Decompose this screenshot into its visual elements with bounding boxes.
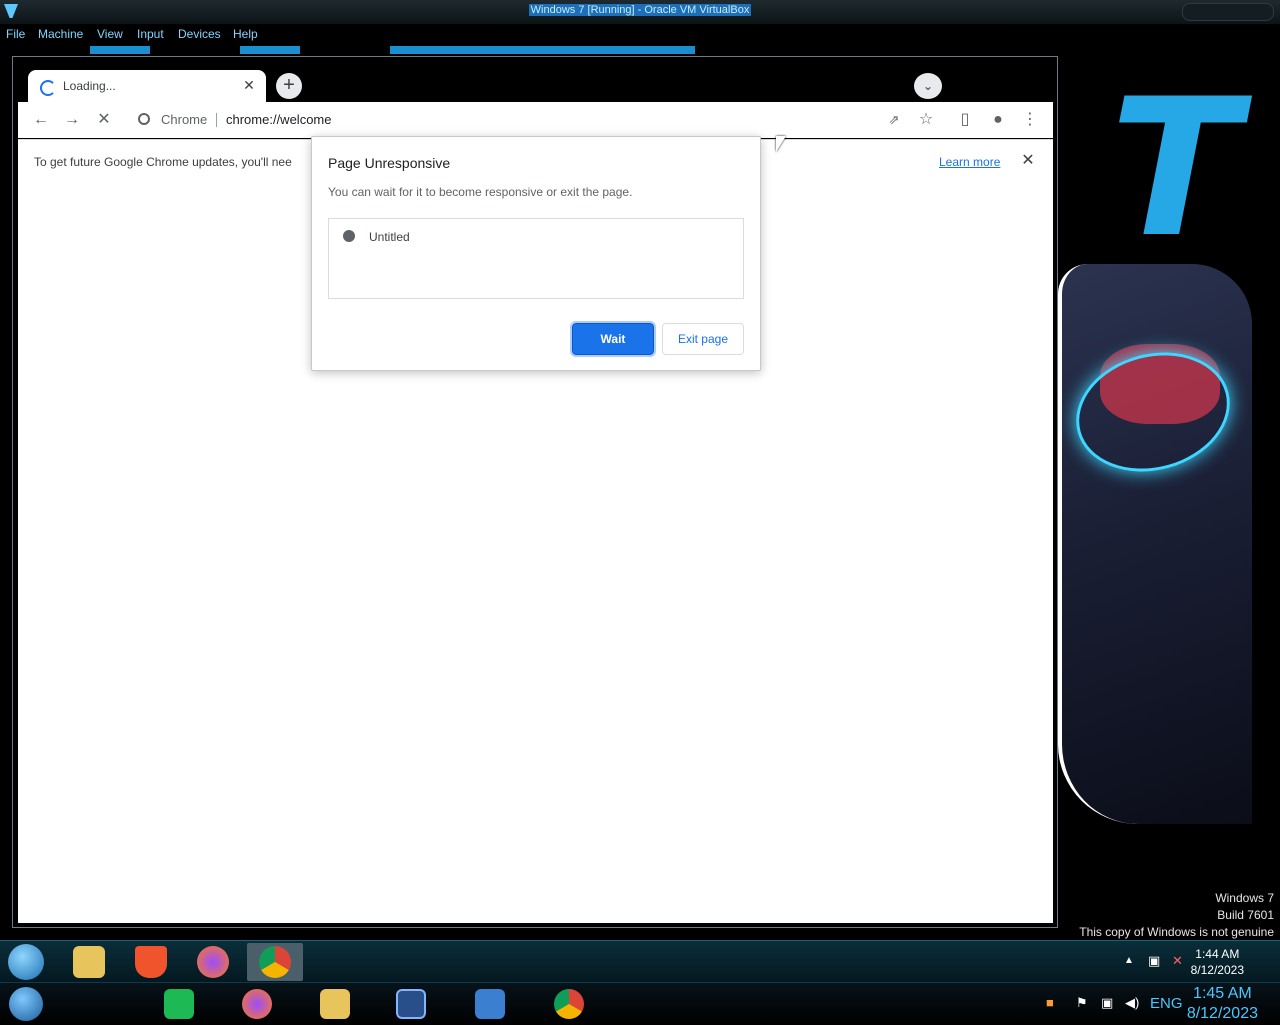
virtualbox-icon[interactable]: [396, 989, 426, 1019]
omnibox-chip: Chrome: [161, 112, 208, 127]
dialog-title: Page Unresponsive: [328, 155, 451, 171]
browser-toolbar: ← → ✕ Chrome chrome://welcome ⇗ ☆ ▯ ● ⋮: [18, 102, 1053, 138]
network-icon[interactable]: ▣: [1148, 953, 1160, 969]
network-icon[interactable]: ▣: [1101, 995, 1113, 1011]
vm-window-title: Windows 7 [Running] - Oracle VM VirtualB…: [528, 4, 752, 16]
menu-devices[interactable]: Devices: [178, 27, 221, 41]
host-date: 8/12/2023: [1186, 1005, 1258, 1022]
flag-icon[interactable]: ⚑: [1076, 995, 1088, 1011]
firefox-icon[interactable]: [242, 989, 272, 1019]
star-icon[interactable]: ☆: [915, 109, 937, 131]
tray-app-icon[interactable]: ■: [1046, 995, 1054, 1010]
brave-icon[interactable]: [135, 946, 167, 978]
vm-windows7-icon[interactable]: [475, 989, 505, 1019]
language-indicator[interactable]: ENG: [1150, 995, 1183, 1012]
list-item: Untitled: [369, 230, 410, 244]
start-button[interactable]: [9, 987, 43, 1021]
vm-title-bar: Windows 7 [Running] - Oracle VM VirtualB…: [0, 0, 1280, 25]
tray-expand-icon[interactable]: ▲: [1124, 955, 1134, 966]
watermark-line: Windows 7: [1215, 891, 1274, 905]
unresponsive-pages-list: Untitled: [328, 218, 744, 299]
start-button[interactable]: [8, 944, 44, 980]
guest-date: 8/12/2023: [1190, 963, 1244, 977]
wallpaper-stripe: [390, 46, 695, 54]
file-explorer-icon[interactable]: [73, 946, 105, 978]
firefox-icon[interactable]: [197, 946, 229, 978]
menu-view[interactable]: View: [97, 27, 123, 41]
host-taskbar: ■ ⚑ ▣ ◀) ENG 1:45 AM 8/12/2023: [0, 982, 1280, 1025]
menu-input[interactable]: Input: [137, 27, 164, 41]
wallpaper-stripe: [90, 46, 150, 54]
chrome-icon[interactable]: [554, 989, 584, 1019]
profile-icon[interactable]: ●: [987, 109, 1009, 131]
forward-icon[interactable]: →: [61, 109, 83, 131]
infobar-message: To get future Google Chrome updates, you…: [34, 155, 292, 169]
url-text[interactable]: chrome://welcome: [226, 112, 331, 127]
loading-spinner-icon: [40, 80, 56, 96]
windows-watermark: Windows 7 Build 7601 This copy of Window…: [1079, 890, 1274, 940]
menu-machine[interactable]: Machine: [38, 27, 83, 41]
tab-loading[interactable]: Loading... ✕: [28, 70, 266, 106]
kebab-menu-icon[interactable]: ⋮: [1019, 109, 1041, 131]
chrome-page-icon: [138, 113, 150, 125]
tab-strip: Loading... ✕ + ⌄: [13, 57, 1057, 106]
volume-icon[interactable]: ◀): [1125, 995, 1139, 1011]
host-time: 1:45 AM: [1193, 985, 1252, 1002]
exit-page-button[interactable]: Exit page: [662, 323, 744, 355]
wallpaper-stripe: [240, 46, 300, 54]
chevron-down-icon[interactable]: ⌄: [914, 73, 942, 99]
menu-help[interactable]: Help: [233, 27, 258, 41]
mouse-cursor-icon: [776, 136, 786, 152]
share-icon[interactable]: ⇗: [883, 109, 905, 131]
page-unresponsive-dialog: Page Unresponsive You can wait for it to…: [311, 136, 761, 371]
window-controls[interactable]: [1182, 3, 1274, 21]
menu-file[interactable]: File: [6, 27, 25, 41]
tab-title: Loading...: [63, 79, 116, 93]
guest-taskbar: ▲ ▣ ✕ 1:44 AM 8/12/2023: [0, 940, 1280, 983]
chrome-taskbar-button[interactable]: [247, 943, 303, 981]
learn-more-link[interactable]: Learn more: [939, 155, 1000, 169]
guest-clock[interactable]: 1:44 AM 8/12/2023: [1191, 946, 1244, 978]
spotify-icon[interactable]: [164, 989, 194, 1019]
wait-button[interactable]: Wait: [570, 321, 656, 357]
chrome-icon: [259, 946, 291, 978]
watermark-line: This copy of Windows is not genuine: [1079, 925, 1274, 939]
watermark-line: Build 7601: [1217, 908, 1274, 922]
guest-time: 1:44 AM: [1195, 947, 1240, 961]
globe-icon: [343, 230, 355, 242]
omnibox-divider: [216, 113, 217, 127]
side-panel-icon[interactable]: ▯: [954, 109, 976, 131]
host-clock[interactable]: 1:45 AM 8/12/2023: [1187, 984, 1258, 1024]
wallpaper-art: T: [1110, 58, 1240, 279]
file-explorer-icon[interactable]: [320, 989, 350, 1019]
address-bar[interactable]: Chrome chrome://welcome: [128, 106, 862, 134]
new-tab-button[interactable]: +: [276, 73, 302, 99]
close-icon[interactable]: ✕: [1018, 151, 1038, 171]
back-icon[interactable]: ←: [30, 109, 52, 131]
vm-menu-bar: File Machine View Input Devices Help: [0, 24, 1280, 44]
volume-muted-icon[interactable]: ✕: [1172, 953, 1183, 969]
close-icon[interactable]: ✕: [240, 76, 258, 94]
dialog-message: You can wait for it to become responsive…: [328, 185, 633, 199]
stop-icon[interactable]: ✕: [93, 109, 115, 131]
